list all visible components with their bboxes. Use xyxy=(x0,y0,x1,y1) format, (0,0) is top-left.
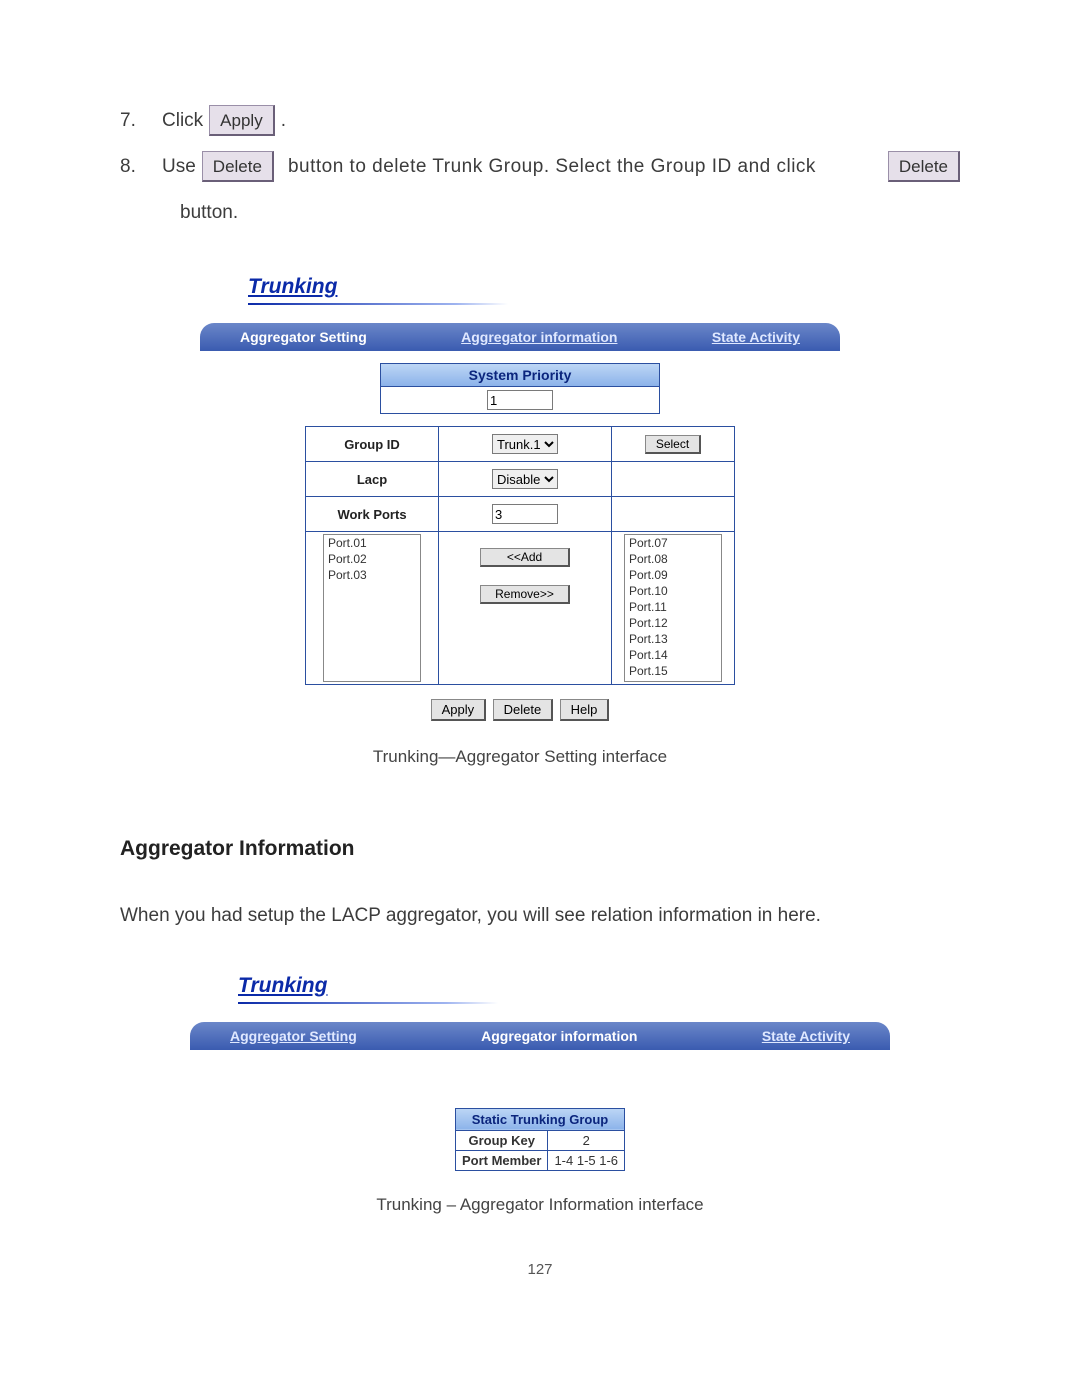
screenshot-aggregator-information: Trunking Aggregator Setting Aggregator i… xyxy=(190,966,890,1215)
step-8: 8. Use Delete button to delete Trunk Gro… xyxy=(120,146,960,188)
port-member-label: Port Member xyxy=(455,1150,547,1170)
delete-button[interactable]: Delete xyxy=(493,699,554,721)
selected-ports-list[interactable]: Port.01 Port.02 Port.03 xyxy=(323,534,421,682)
action-button-row: Apply Delete Help xyxy=(260,699,780,721)
work-ports-input[interactable] xyxy=(492,504,558,524)
system-priority-header: System Priority xyxy=(380,363,660,387)
panel-title: Trunking xyxy=(190,966,890,1004)
tab-aggregator-setting[interactable]: Aggregator Setting xyxy=(240,329,367,345)
tab-state-activity[interactable]: State Activity xyxy=(762,1028,850,1044)
help-button[interactable]: Help xyxy=(560,699,610,721)
step-text-mid: button to delete Trunk Group. Select the… xyxy=(280,146,882,188)
group-id-select[interactable]: Trunk.1 xyxy=(492,434,558,454)
select-button[interactable]: Select xyxy=(645,435,701,454)
apply-button-inline[interactable]: Apply xyxy=(209,105,275,136)
tab-bar: Aggregator Setting Aggregator informatio… xyxy=(200,323,840,351)
settings-grid: Group ID Trunk.1 Select Lacp xyxy=(305,426,735,685)
step-number: 8. xyxy=(120,146,156,188)
available-ports-list[interactable]: Port.07 Port.08 Port.09 Port.10 Port.11 … xyxy=(624,534,722,682)
tab-state-activity[interactable]: State Activity xyxy=(712,329,800,345)
system-priority-box: System Priority xyxy=(380,363,660,414)
step-text-end: . xyxy=(281,100,286,142)
paragraph: When you had setup the LACP aggregator, … xyxy=(120,901,960,931)
delete-button-inline-2[interactable]: Delete xyxy=(888,151,960,182)
port-member-value: 1-4 1-5 1-6 xyxy=(548,1150,625,1170)
lacp-label: Lacp xyxy=(306,462,439,497)
add-button[interactable]: <<Add xyxy=(480,548,570,567)
list-item[interactable]: Port.02 xyxy=(324,551,420,567)
tab-bar: Aggregator Setting Aggregator informatio… xyxy=(190,1022,890,1050)
figure-caption-1: Trunking—Aggregator Setting interface xyxy=(200,747,840,767)
panel-title-text: Trunking xyxy=(248,275,337,298)
remove-button[interactable]: Remove>> xyxy=(480,585,570,604)
page-number: 127 xyxy=(120,1261,960,1278)
list-item[interactable]: Port.15 xyxy=(625,663,721,679)
panel-title-text: Trunking xyxy=(238,974,327,997)
static-trunking-table: Static Trunking Group Group Key 2 Port M… xyxy=(455,1108,625,1171)
list-item[interactable]: Port.08 xyxy=(625,551,721,567)
title-underline xyxy=(238,1002,498,1004)
step-text: Click xyxy=(162,100,203,142)
section-heading-aggregator-information: Aggregator Information xyxy=(120,837,960,861)
group-key-label: Group Key xyxy=(455,1130,547,1150)
delete-button-inline-1[interactable]: Delete xyxy=(202,151,274,182)
group-key-value: 2 xyxy=(548,1130,625,1150)
step-7: 7. Click Apply . xyxy=(120,100,960,142)
step-text: Use xyxy=(162,146,196,188)
list-item[interactable]: Port.10 xyxy=(625,583,721,599)
tab-aggregator-information[interactable]: Aggregator information xyxy=(461,329,617,345)
list-item[interactable]: Port.12 xyxy=(625,615,721,631)
title-underline xyxy=(248,303,508,305)
step-number: 7. xyxy=(120,100,156,142)
list-item[interactable]: Port.01 xyxy=(324,535,420,551)
step-8-cont: button. xyxy=(180,192,960,234)
list-item[interactable]: Port.11 xyxy=(625,599,721,615)
group-id-label: Group ID xyxy=(306,427,439,462)
table-header: Static Trunking Group xyxy=(455,1108,624,1130)
apply-button[interactable]: Apply xyxy=(431,699,487,721)
list-item[interactable]: Port.14 xyxy=(625,647,721,663)
figure-caption-2: Trunking – Aggregator Information interf… xyxy=(190,1195,890,1215)
system-priority-input[interactable] xyxy=(487,390,553,410)
tab-aggregator-setting[interactable]: Aggregator Setting xyxy=(230,1028,357,1044)
list-item[interactable]: Port.13 xyxy=(625,631,721,647)
list-item[interactable]: Port.03 xyxy=(324,567,420,583)
list-item[interactable]: Port.09 xyxy=(625,567,721,583)
tab-aggregator-information[interactable]: Aggregator information xyxy=(481,1028,637,1044)
panel-title: Trunking xyxy=(200,267,840,305)
lacp-select[interactable]: Disable xyxy=(492,469,558,489)
screenshot-aggregator-setting: Trunking Aggregator Setting Aggregator i… xyxy=(200,267,840,767)
list-item[interactable]: Port.07 xyxy=(625,535,721,551)
work-ports-label: Work Ports xyxy=(306,497,439,532)
